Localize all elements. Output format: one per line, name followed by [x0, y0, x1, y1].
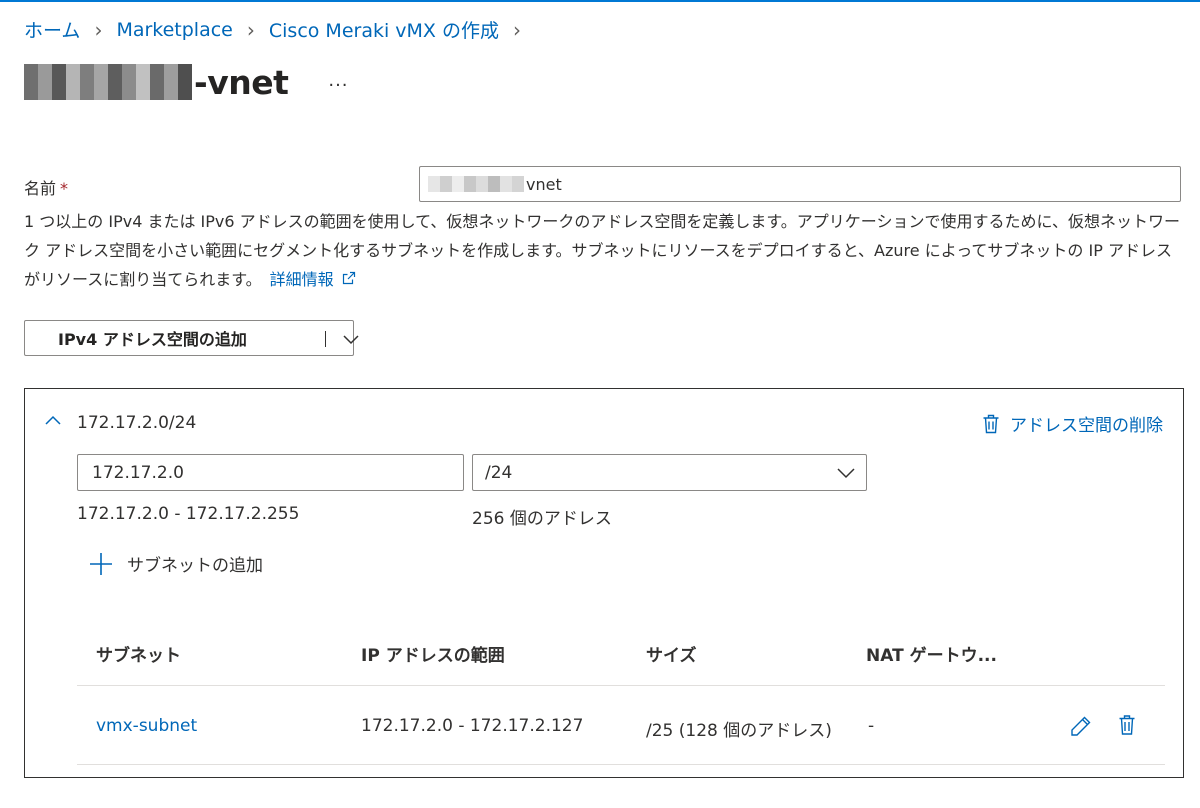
prefix-select[interactable]: /24: [472, 454, 867, 491]
external-link-icon: [338, 271, 356, 289]
address-count-text: 256 個のアドレス: [472, 509, 612, 529]
column-header-ip-range[interactable]: IP アドレスの範囲: [361, 641, 505, 666]
chevron-right-icon: ›: [94, 17, 103, 42]
breadcrumb-create-vmx[interactable]: Cisco Meraki vMX の作成: [269, 16, 499, 43]
delete-address-space-button[interactable]: アドレス空間の削除: [982, 411, 1163, 436]
address-space-panel: 172.17.2.0/24 アドレス空間の削除 172.17.2.0 /24 1…: [24, 388, 1184, 778]
learn-more-link[interactable]: 詳細情報: [270, 270, 334, 289]
chevron-right-icon: ›: [512, 17, 521, 42]
name-label-text: 名前: [24, 179, 57, 198]
delete-address-space-label: アドレス空間の削除: [1010, 416, 1163, 436]
name-input-value: vnet: [526, 174, 562, 194]
page-title: -vnet: [194, 62, 289, 102]
chevron-up-icon[interactable]: [43, 411, 63, 435]
chevron-down-icon: [836, 465, 856, 486]
redacted-name-block: [24, 64, 192, 100]
required-mark: *: [60, 179, 69, 198]
address-space-cidr: 172.17.2.0/24: [77, 413, 197, 433]
add-ipv4-space-label: IPv4 アドレス空間の追加: [58, 330, 247, 349]
add-ipv4-space-button[interactable]: IPv4 アドレス空間の追加: [24, 320, 359, 356]
trash-icon[interactable]: [1118, 714, 1136, 740]
pencil-icon[interactable]: [1070, 715, 1092, 741]
add-subnet-label: サブネットの追加: [127, 556, 263, 576]
address-input[interactable]: 172.17.2.0: [77, 454, 464, 491]
breadcrumb-home[interactable]: ホーム: [24, 16, 80, 43]
subnet-name-link[interactable]: vmx-subnet: [96, 716, 197, 736]
table-row-divider: [77, 764, 1165, 765]
name-input[interactable]: vnet: [419, 166, 1181, 202]
prefix-select-value: /24: [485, 462, 513, 483]
address-input-value: 172.17.2.0: [92, 462, 184, 483]
table-header-divider: [77, 685, 1165, 686]
page-title-row: -vnet ···: [24, 60, 349, 104]
column-header-subnet[interactable]: サブネット: [96, 641, 181, 666]
subnet-size-cell: /25 (128 個のアドレス): [646, 721, 832, 741]
top-accent-line: [0, 0, 1200, 2]
breadcrumb-marketplace[interactable]: Marketplace: [116, 19, 232, 41]
description-text: 1 つ以上の IPv4 または IPv6 アドレスの範囲を使用して、仮想ネットワ…: [24, 207, 1184, 296]
plus-icon: [90, 552, 112, 575]
address-range-text: 172.17.2.0 - 172.17.2.255: [77, 504, 300, 524]
name-label: 名前 *: [24, 175, 68, 199]
trash-icon: [983, 414, 999, 433]
chevron-right-icon: ›: [246, 17, 255, 42]
breadcrumb: ホーム › Marketplace › Cisco Meraki vMX の作成…: [24, 16, 535, 43]
redacted-input-prefix: [428, 176, 524, 192]
subnet-nat-cell: -: [868, 716, 875, 736]
add-subnet-button[interactable]: サブネットの追加: [89, 551, 263, 576]
column-header-size[interactable]: サイズ: [646, 641, 697, 666]
description-body: 1 つ以上の IPv4 または IPv6 アドレスの範囲を使用して、仮想ネットワ…: [24, 212, 1180, 289]
chevron-down-icon[interactable]: [341, 329, 361, 353]
split-button-divider: [325, 331, 326, 347]
subnet-range-cell: 172.17.2.0 - 172.17.2.127: [361, 716, 584, 736]
column-header-nat-gateway[interactable]: NAT ゲートウ...: [866, 641, 997, 666]
more-options-button[interactable]: ···: [328, 75, 348, 96]
